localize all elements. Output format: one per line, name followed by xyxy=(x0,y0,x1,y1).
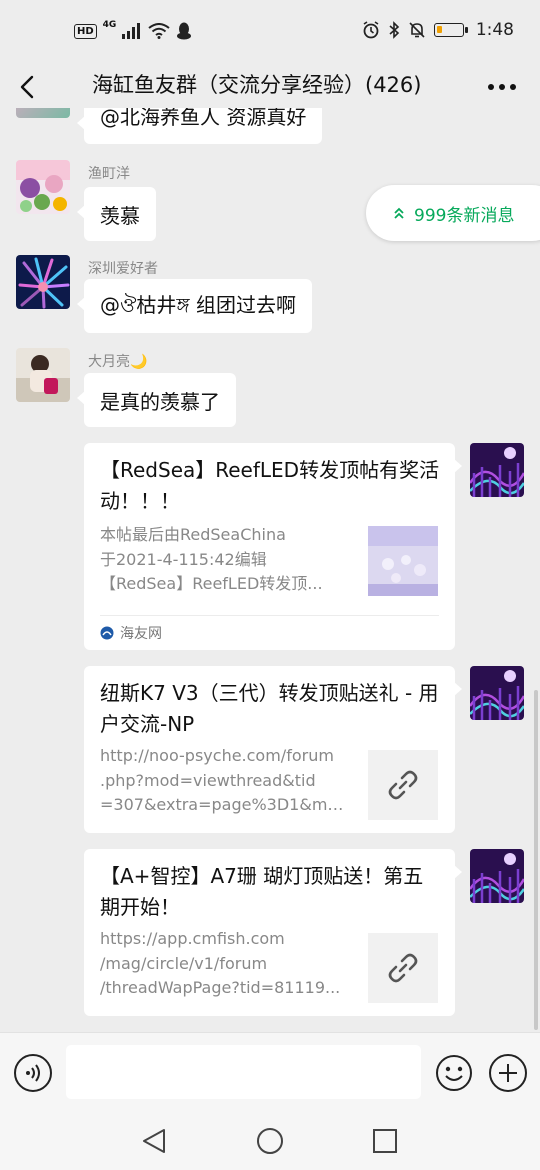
avatar[interactable] xyxy=(16,348,70,402)
nav-back-button[interactable] xyxy=(140,1126,170,1156)
triangle-back-icon xyxy=(143,1129,165,1153)
message-bubble[interactable]: 羡慕 xyxy=(77,187,156,241)
link-card-source: 海友网 xyxy=(100,623,162,643)
avatar[interactable] xyxy=(470,849,524,903)
description-line: 【RedSea】ReefLED转发顶... xyxy=(100,574,323,593)
message-input[interactable] xyxy=(66,1045,421,1099)
avatar-image xyxy=(16,348,70,402)
link-card-description: http://noo-psyche.com/forum .php?mod=vie… xyxy=(100,744,350,818)
status-right: 1:48 xyxy=(362,20,514,40)
voice-button[interactable] xyxy=(14,1054,52,1092)
new-messages-button[interactable]: 999条新消息 xyxy=(366,185,540,241)
description-line: /mag/circle/v1/forum xyxy=(100,953,268,973)
link-thumbnail xyxy=(368,933,438,1003)
avatar-image xyxy=(16,255,70,309)
message-text: 羡慕 xyxy=(100,203,140,228)
scrollbar[interactable] xyxy=(534,690,538,1030)
avatar-image xyxy=(470,666,524,720)
qq-icon xyxy=(177,22,192,40)
avatar[interactable] xyxy=(16,255,70,309)
back-button[interactable] xyxy=(14,70,42,104)
status-bar: HD 4G 1:48 xyxy=(0,0,540,66)
alarm-icon xyxy=(363,21,379,39)
message-bubble[interactable]: @北海养鱼人 资源真好 xyxy=(76,108,323,144)
description-line: .php?mod=viewthread&tid xyxy=(100,770,316,790)
system-nav-bar xyxy=(0,1112,540,1170)
link-thumbnail xyxy=(368,750,438,820)
description-line: http://noo-psyche.com/forum xyxy=(100,746,334,765)
link-card-description: 本帖最后由RedSeaChina 于2021-4-115:42编辑 【RedSe… xyxy=(100,523,350,597)
link-thumbnail xyxy=(368,526,438,596)
hd-badge: HD xyxy=(74,23,97,39)
voice-icon xyxy=(26,1064,40,1082)
link-card[interactable]: 【RedSea】ReefLED转发顶帖有奖活动！！！ 本帖最后由RedSeaCh… xyxy=(84,443,462,650)
more-options-button[interactable] xyxy=(486,72,518,102)
avatar-image xyxy=(470,849,524,903)
avatar-image xyxy=(470,443,524,497)
status-left: HD 4G xyxy=(74,20,192,40)
square-recents-icon xyxy=(373,1129,397,1153)
emoji-button[interactable] xyxy=(435,1054,473,1092)
bluetooth-icon xyxy=(389,21,399,39)
mute-bell-icon xyxy=(409,22,425,38)
description-line: =307&extra=page%3D1&mo... xyxy=(100,795,350,814)
link-icon xyxy=(388,953,418,983)
sender-name: 渔町洋 xyxy=(88,166,130,182)
link-card-title: 纽斯K7 V3（三代）转发顶贴送礼 - 用户交流-NP xyxy=(100,681,439,736)
source-logo-icon xyxy=(100,626,114,640)
description-line: /threadWapPage?tid=81119... xyxy=(100,978,341,997)
link-card[interactable]: 纽斯K7 V3（三代）转发顶贴送礼 - 用户交流-NP http://noo-p… xyxy=(84,666,462,833)
status-time: 1:48 xyxy=(475,20,514,40)
message-list[interactable]: @北海养鱼人 资源真好 渔町洋 羡慕 999条新消息 深圳爱好者 @ঔ枯井ঙ্গ… xyxy=(0,108,540,1032)
back-arrow-icon xyxy=(20,75,34,99)
link-card-description: https://app.cmfish.com /mag/circle/v1/fo… xyxy=(100,927,350,1001)
source-name: 海友网 xyxy=(120,626,162,642)
double-chevron-up-icon xyxy=(394,207,404,219)
thumbnail-image xyxy=(368,526,438,596)
message-text: @ঔ枯井ঙ্গ 组团过去啊 xyxy=(100,292,297,317)
avatar[interactable] xyxy=(16,108,70,118)
message-text: 是真的羡慕了 xyxy=(100,389,220,414)
input-bar xyxy=(0,1032,540,1112)
more-dots-icon xyxy=(488,84,516,90)
new-messages-label: 999条新消息 xyxy=(414,205,515,226)
wifi-icon xyxy=(148,23,170,39)
card-divider xyxy=(100,615,439,616)
description-line: https://app.cmfish.com xyxy=(100,929,285,948)
signal-icon xyxy=(122,23,141,39)
message-bubble[interactable]: 是真的羡慕了 xyxy=(77,373,236,427)
avatar-image xyxy=(16,160,70,214)
link-icon xyxy=(388,770,418,800)
circle-home-icon xyxy=(257,1128,283,1154)
chat-header: 海缸鱼友群（交流分享经验）(426) xyxy=(0,66,540,108)
network-type: 4G xyxy=(102,20,117,30)
link-card-title: 【RedSea】ReefLED转发顶帖有奖活动！！！ xyxy=(100,458,440,513)
link-card-title: 【A+智控】A7珊 瑚灯顶贴送！第五期开始！ xyxy=(100,864,424,919)
avatar[interactable] xyxy=(16,160,70,214)
sender-name: 深圳爱好者 xyxy=(88,261,158,277)
battery-icon xyxy=(433,23,468,37)
description-line: 本帖最后由RedSeaChina xyxy=(100,525,286,544)
message-text: @北海养鱼人 资源真好 xyxy=(100,108,307,129)
plus-button[interactable] xyxy=(489,1054,527,1092)
nav-recents-button[interactable] xyxy=(370,1126,400,1156)
emoji-icon xyxy=(436,1055,472,1091)
description-line: 于2021-4-115:42编辑 xyxy=(100,549,267,569)
avatar[interactable] xyxy=(470,443,524,497)
nav-home-button[interactable] xyxy=(255,1126,285,1156)
avatar[interactable] xyxy=(470,666,524,720)
chat-title: 海缸鱼友群（交流分享经验）(426) xyxy=(92,73,422,97)
link-card[interactable]: 【A+智控】A7珊 瑚灯顶贴送！第五期开始！ https://app.cmfis… xyxy=(84,849,462,1016)
message-bubble[interactable]: @ঔ枯井ঙ্গ 组团过去啊 xyxy=(76,279,313,333)
sender-name: 大月亮🌙 xyxy=(88,354,148,370)
